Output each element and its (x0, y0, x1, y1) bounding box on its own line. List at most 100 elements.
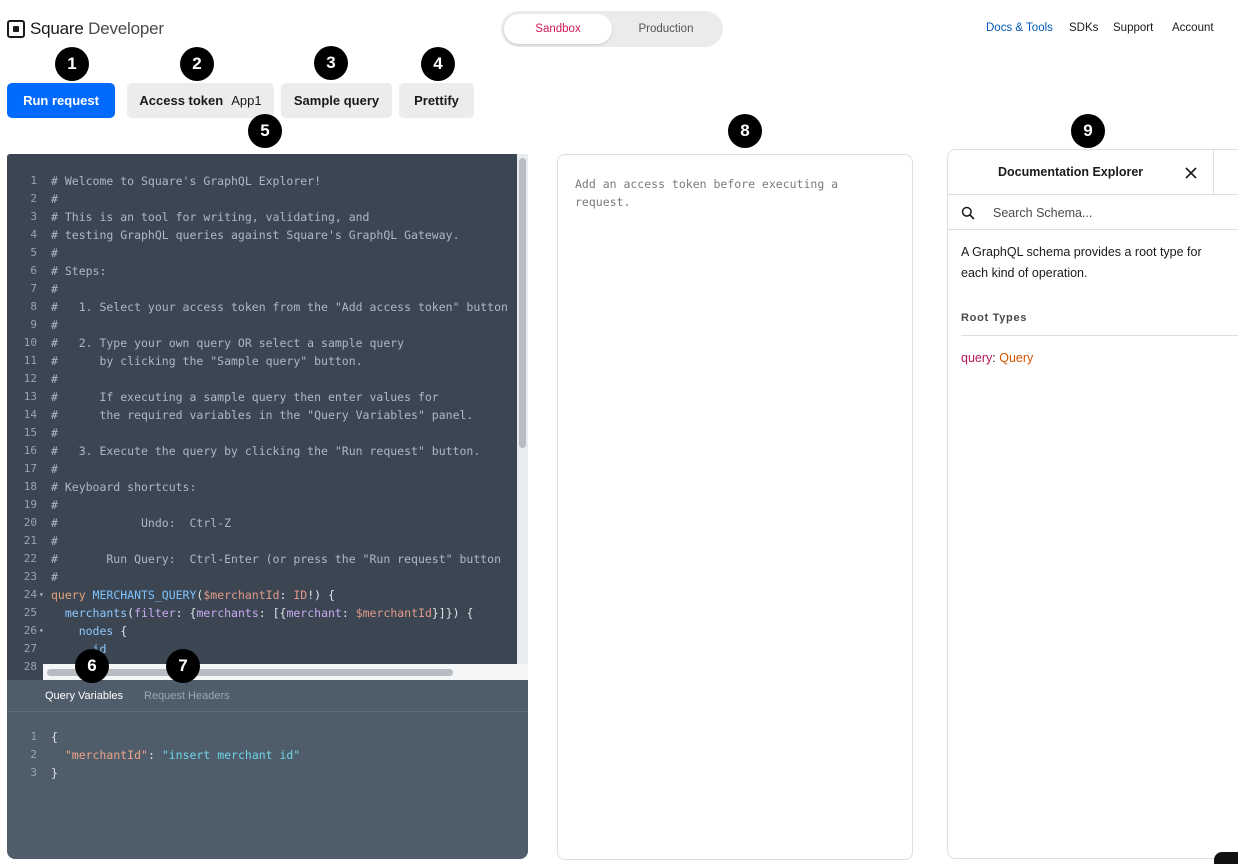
code-token: : [{ (258, 606, 287, 620)
close-icon[interactable] (1184, 166, 1198, 180)
line-code: { (51, 728, 513, 746)
brand-text: Square Developer (30, 19, 164, 38)
line-code: # (51, 318, 58, 332)
search-schema-input[interactable] (993, 204, 1223, 222)
line-number: 20 (23, 516, 37, 529)
prettify-button[interactable]: Prettify (399, 83, 474, 118)
code-token: MERCHANTS_QUERY (85, 588, 197, 602)
line-code: # (51, 192, 58, 206)
editor-line: 3 # This is an tool for writing, validati… (7, 208, 513, 226)
editor-line: 10 # 2. Type your own query OR select a s… (7, 334, 513, 352)
line-number: 21 (23, 534, 37, 547)
line-number: 1 (30, 730, 37, 743)
variables-tabs: Query Variables Request Headers (7, 680, 528, 712)
code-token: } (51, 766, 58, 780)
editor-line: 22 # Run Query: Ctrl-Enter (or press the … (7, 550, 513, 568)
line-number: 3 (30, 766, 37, 779)
line-number: 15 (23, 426, 37, 439)
editor-line: 15 # (7, 424, 513, 442)
production-toggle-button[interactable]: Production (612, 14, 720, 44)
fold-arrow-icon[interactable]: ▾ (39, 586, 44, 604)
square-logo-icon (7, 20, 25, 38)
line-code: # (51, 372, 58, 386)
editor-line: 17 # (7, 460, 513, 478)
line-number: 3 (30, 210, 37, 223)
line-number: 25 (23, 606, 37, 619)
docs-description: A GraphQL schema provides a root type fo… (961, 245, 1202, 280)
editor-line: 2 # (7, 190, 513, 208)
line-code: # Undo: Ctrl-Z (51, 516, 232, 530)
editor-line: 21 # (7, 532, 513, 550)
run-request-button[interactable]: Run request (7, 83, 115, 118)
code-token: { (51, 730, 58, 744)
callout-badge: 7 (166, 649, 200, 683)
editor-vertical-scroll-thumb[interactable] (519, 158, 526, 448)
line-number: 19 (23, 498, 37, 511)
code-token: $merchantId (203, 588, 280, 602)
square-developer-logo[interactable]: Square Developer (7, 18, 164, 40)
nav-account[interactable]: Account (1172, 22, 1214, 34)
editor-line: 19 # (7, 496, 513, 514)
access-token-button[interactable]: Access token App1 (127, 83, 274, 118)
callout-badge: 6 (75, 649, 109, 683)
line-code: # 2. Type your own query OR select a sam… (51, 336, 405, 350)
line-code: # (51, 498, 58, 512)
callout-badge: 3 (314, 46, 348, 80)
callout-badge: 8 (728, 114, 762, 148)
root-types-divider (961, 335, 1238, 336)
line-number: 12 (23, 372, 37, 385)
line-code: # the required variables in the "Query V… (51, 408, 474, 422)
editor-code-lines: 1 # Welcome to Square's GraphQL Explorer!… (7, 172, 513, 676)
line-number: 11 (23, 354, 37, 367)
tab-query-variables[interactable]: Query Variables (45, 690, 123, 702)
line-code: # Run Query: Ctrl-Enter (or press the "R… (51, 552, 502, 566)
code-token: merchants (51, 606, 128, 620)
root-type-query: query: Query (961, 351, 1034, 365)
tab-request-headers[interactable]: Request Headers (144, 690, 230, 702)
code-token: : (279, 588, 294, 602)
line-number: 2 (30, 192, 37, 205)
result-message: Add an access token before executing a r… (575, 177, 839, 209)
editor-line: 12 # (7, 370, 513, 388)
editor-line: 4 # testing GraphQL queries against Squar… (7, 226, 513, 244)
editor-line: 7 # (7, 280, 513, 298)
nav-docs-tools[interactable]: Docs & Tools (986, 22, 1053, 34)
editor-line: 18 # Keyboard shortcuts: (7, 478, 513, 496)
line-number: 2 (30, 748, 37, 761)
line-code: # (51, 282, 58, 296)
root-query-type-link[interactable]: Query (999, 351, 1033, 365)
line-code: id (51, 640, 513, 658)
code-token: nodes (51, 624, 114, 638)
code-token: merchant (286, 606, 342, 620)
editor-line: 8 # 1. Select your access token from the … (7, 298, 513, 316)
query-editor[interactable]: 1 # Welcome to Square's GraphQL Explorer!… (7, 154, 528, 680)
callout-badge: 4 (421, 47, 455, 81)
nav-sdks[interactable]: SDKs (1069, 22, 1098, 34)
line-number: 22 (23, 552, 37, 565)
line-number: 27 (23, 642, 37, 655)
editor-horizontal-scrollbar[interactable] (43, 664, 528, 680)
editor-line: 1 # Welcome to Square's GraphQL Explorer! (7, 172, 513, 190)
access-token-label: Access token (139, 93, 224, 108)
sample-query-button[interactable]: Sample query (281, 83, 392, 118)
line-number: 6 (30, 264, 37, 277)
nav-support[interactable]: Support (1113, 22, 1153, 34)
line-number: 18 (23, 480, 37, 493)
code-token: : (341, 606, 356, 620)
line-number: 14 (23, 408, 37, 421)
line-code: # (51, 246, 58, 260)
fold-arrow-icon[interactable]: ▾ (39, 622, 44, 640)
editor-line: 9 # (7, 316, 513, 334)
access-token-value: App1 (231, 93, 262, 108)
callout-badge: 1 (55, 47, 89, 81)
corner-widget (1214, 852, 1238, 864)
line-number: 5 (30, 246, 37, 259)
code-token: query (51, 588, 86, 602)
editor-vertical-scrollbar[interactable] (517, 154, 528, 664)
line-code: # by clicking the "Sample query" button. (51, 354, 363, 368)
editor-line: 23 # (7, 568, 513, 586)
callout-badge: 2 (180, 47, 214, 81)
documentation-explorer: Documentation Explorer A GraphQL schema … (947, 149, 1238, 859)
sandbox-toggle-button[interactable]: Sandbox (504, 14, 612, 44)
